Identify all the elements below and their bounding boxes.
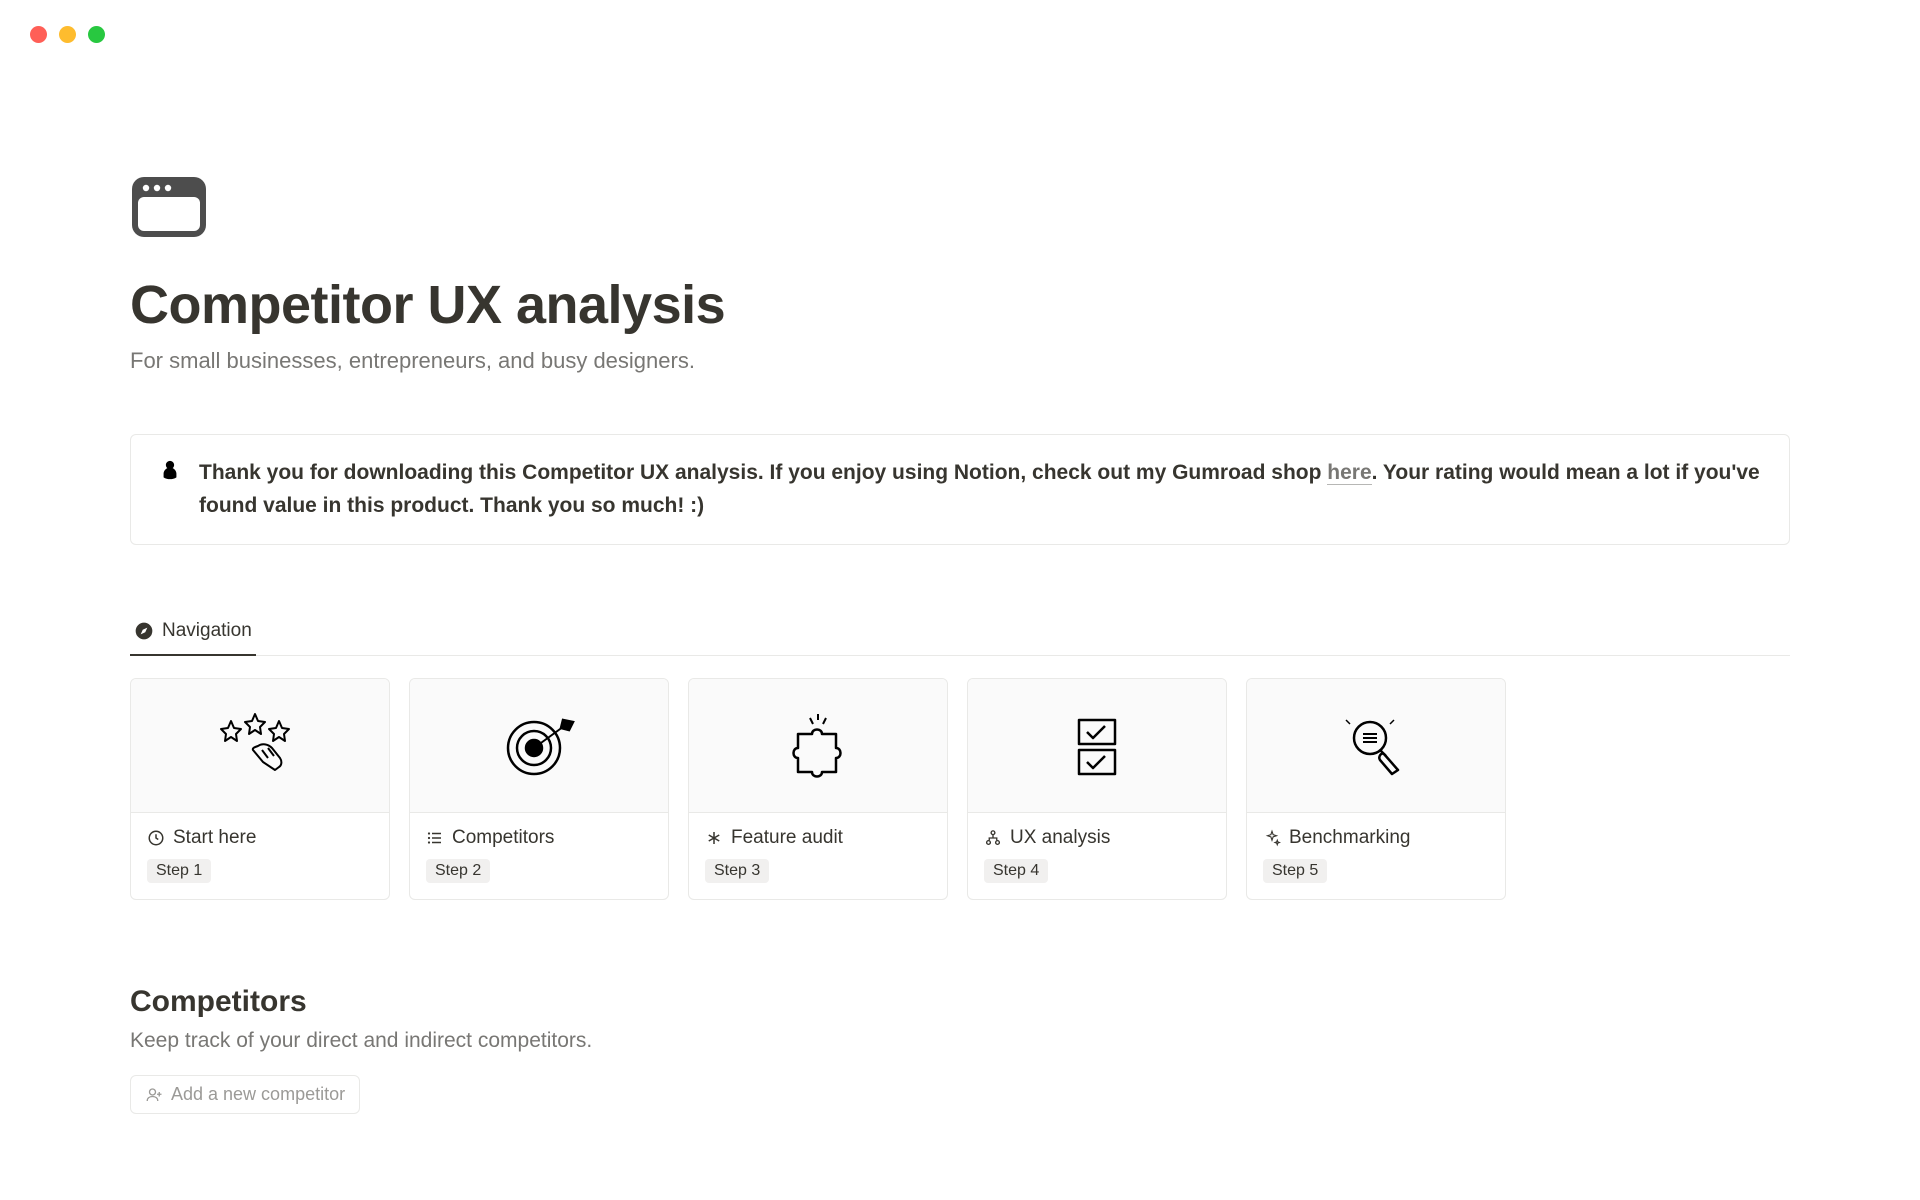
competitors-subtitle: Keep track of your direct and indirect c… bbox=[130, 1029, 1790, 1053]
tab-label: Navigation bbox=[162, 620, 252, 642]
card-image bbox=[410, 679, 668, 813]
step-badge: Step 5 bbox=[1263, 859, 1327, 883]
card-title: Competitors bbox=[426, 827, 652, 849]
card-title-text: UX analysis bbox=[1010, 827, 1110, 849]
add-competitor-button[interactable]: Add a new competitor bbox=[130, 1075, 360, 1114]
step-badge: Step 2 bbox=[426, 859, 490, 883]
window-traffic-lights bbox=[30, 26, 105, 43]
nav-tabs: Navigation bbox=[130, 610, 1790, 656]
target-icon bbox=[489, 706, 589, 786]
card-title-text: Benchmarking bbox=[1289, 827, 1410, 849]
callout-text-before: Thank you for downloading this Competito… bbox=[199, 461, 1327, 484]
card-image bbox=[1247, 679, 1505, 813]
card-title: UX analysis bbox=[984, 827, 1210, 849]
page-subtitle: For small businesses, entrepreneurs, and… bbox=[130, 348, 1790, 374]
card-benchmarking[interactable]: Benchmarking Step 5 bbox=[1246, 678, 1506, 900]
callout-text: Thank you for downloading this Competito… bbox=[199, 457, 1761, 522]
magnify-click-icon bbox=[1326, 706, 1426, 786]
page-app-window-icon bbox=[130, 175, 208, 239]
step-badge: Step 1 bbox=[147, 859, 211, 883]
nav-cards: Start here Step 1 bbox=[130, 678, 1790, 900]
card-title: Benchmarking bbox=[1263, 827, 1489, 849]
card-feature-audit[interactable]: Feature audit Step 3 bbox=[688, 678, 948, 900]
card-competitors[interactable]: Competitors Step 2 bbox=[409, 678, 669, 900]
sparkle-icon bbox=[1263, 829, 1281, 847]
hierarchy-icon bbox=[984, 829, 1002, 847]
minimize-window-icon[interactable] bbox=[59, 26, 76, 43]
card-image bbox=[968, 679, 1226, 813]
list-icon bbox=[426, 829, 444, 847]
maximize-window-icon[interactable] bbox=[88, 26, 105, 43]
compass-icon bbox=[134, 621, 154, 641]
card-image bbox=[689, 679, 947, 813]
clock-icon bbox=[147, 829, 165, 847]
thank-you-callout: Thank you for downloading this Competito… bbox=[130, 434, 1790, 545]
card-title: Feature audit bbox=[705, 827, 931, 849]
checklist-icon bbox=[1047, 706, 1147, 786]
step-badge: Step 3 bbox=[705, 859, 769, 883]
competitors-title: Competitors bbox=[130, 985, 1790, 1019]
page-title: Competitor UX analysis bbox=[130, 274, 1790, 336]
person-silhouette-icon bbox=[159, 459, 181, 481]
card-title: Start here bbox=[147, 827, 373, 849]
card-title-text: Competitors bbox=[452, 827, 554, 849]
add-person-icon bbox=[145, 1086, 163, 1104]
asterisk-icon bbox=[705, 829, 723, 847]
card-image bbox=[131, 679, 389, 813]
puzzle-icon bbox=[768, 706, 868, 786]
card-ux-analysis[interactable]: UX analysis Step 4 bbox=[967, 678, 1227, 900]
competitors-section: Competitors Keep track of your direct an… bbox=[130, 985, 1790, 1114]
card-title-text: Start here bbox=[173, 827, 256, 849]
hand-stars-icon bbox=[210, 706, 310, 786]
card-title-text: Feature audit bbox=[731, 827, 843, 849]
tab-navigation[interactable]: Navigation bbox=[130, 610, 256, 656]
card-start-here[interactable]: Start here Step 1 bbox=[130, 678, 390, 900]
add-competitor-label: Add a new competitor bbox=[171, 1084, 345, 1105]
step-badge: Step 4 bbox=[984, 859, 1048, 883]
gumroad-link[interactable]: here bbox=[1327, 461, 1371, 485]
close-window-icon[interactable] bbox=[30, 26, 47, 43]
